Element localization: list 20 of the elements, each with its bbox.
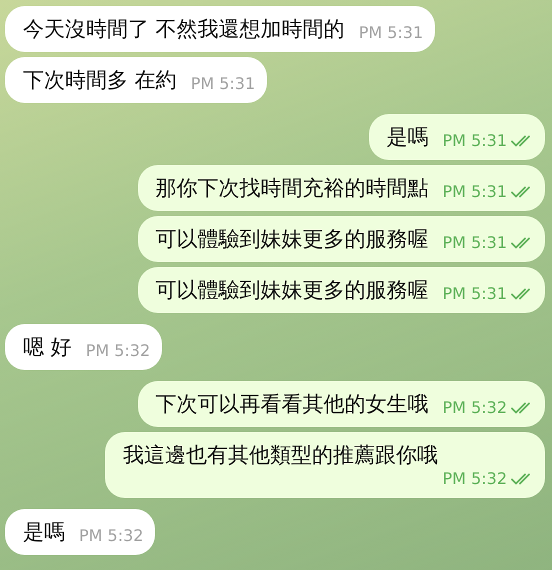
message-text: 我這邊也有其他類型的推薦跟你哦	[123, 442, 438, 469]
message-time: PM 5:32	[442, 469, 507, 489]
message-text: 下次可以再看看其他的女生哦	[156, 391, 429, 418]
message-time: PM 5:31	[442, 233, 507, 253]
message-text: 那你下次找時間充裕的時間點	[156, 175, 429, 202]
message-text: 可以體驗到妹妹更多的服務喔	[156, 226, 429, 253]
message-text: 下次時間多 在約	[23, 67, 177, 94]
message-time: PM 5:32	[86, 341, 150, 361]
message-time: PM 5:32	[79, 526, 144, 546]
message-time: PM 5:31	[358, 23, 424, 43]
message-text: 今天沒時間了 不然我還想加時間的	[23, 16, 345, 43]
message-text: 可以體驗到妹妹更多的服務喔	[156, 277, 429, 304]
message-time: PM 5:31	[190, 74, 256, 94]
message-text: 是嗎	[23, 519, 65, 546]
message-time: PM 5:31	[442, 182, 507, 202]
message-time: PM 5:31	[442, 284, 507, 304]
message-time: PM 5:32	[442, 398, 507, 418]
message-time: PM 5:31	[442, 131, 507, 151]
message-text: 嗯 好	[23, 334, 72, 361]
message-text: 是嗎	[386, 124, 429, 151]
